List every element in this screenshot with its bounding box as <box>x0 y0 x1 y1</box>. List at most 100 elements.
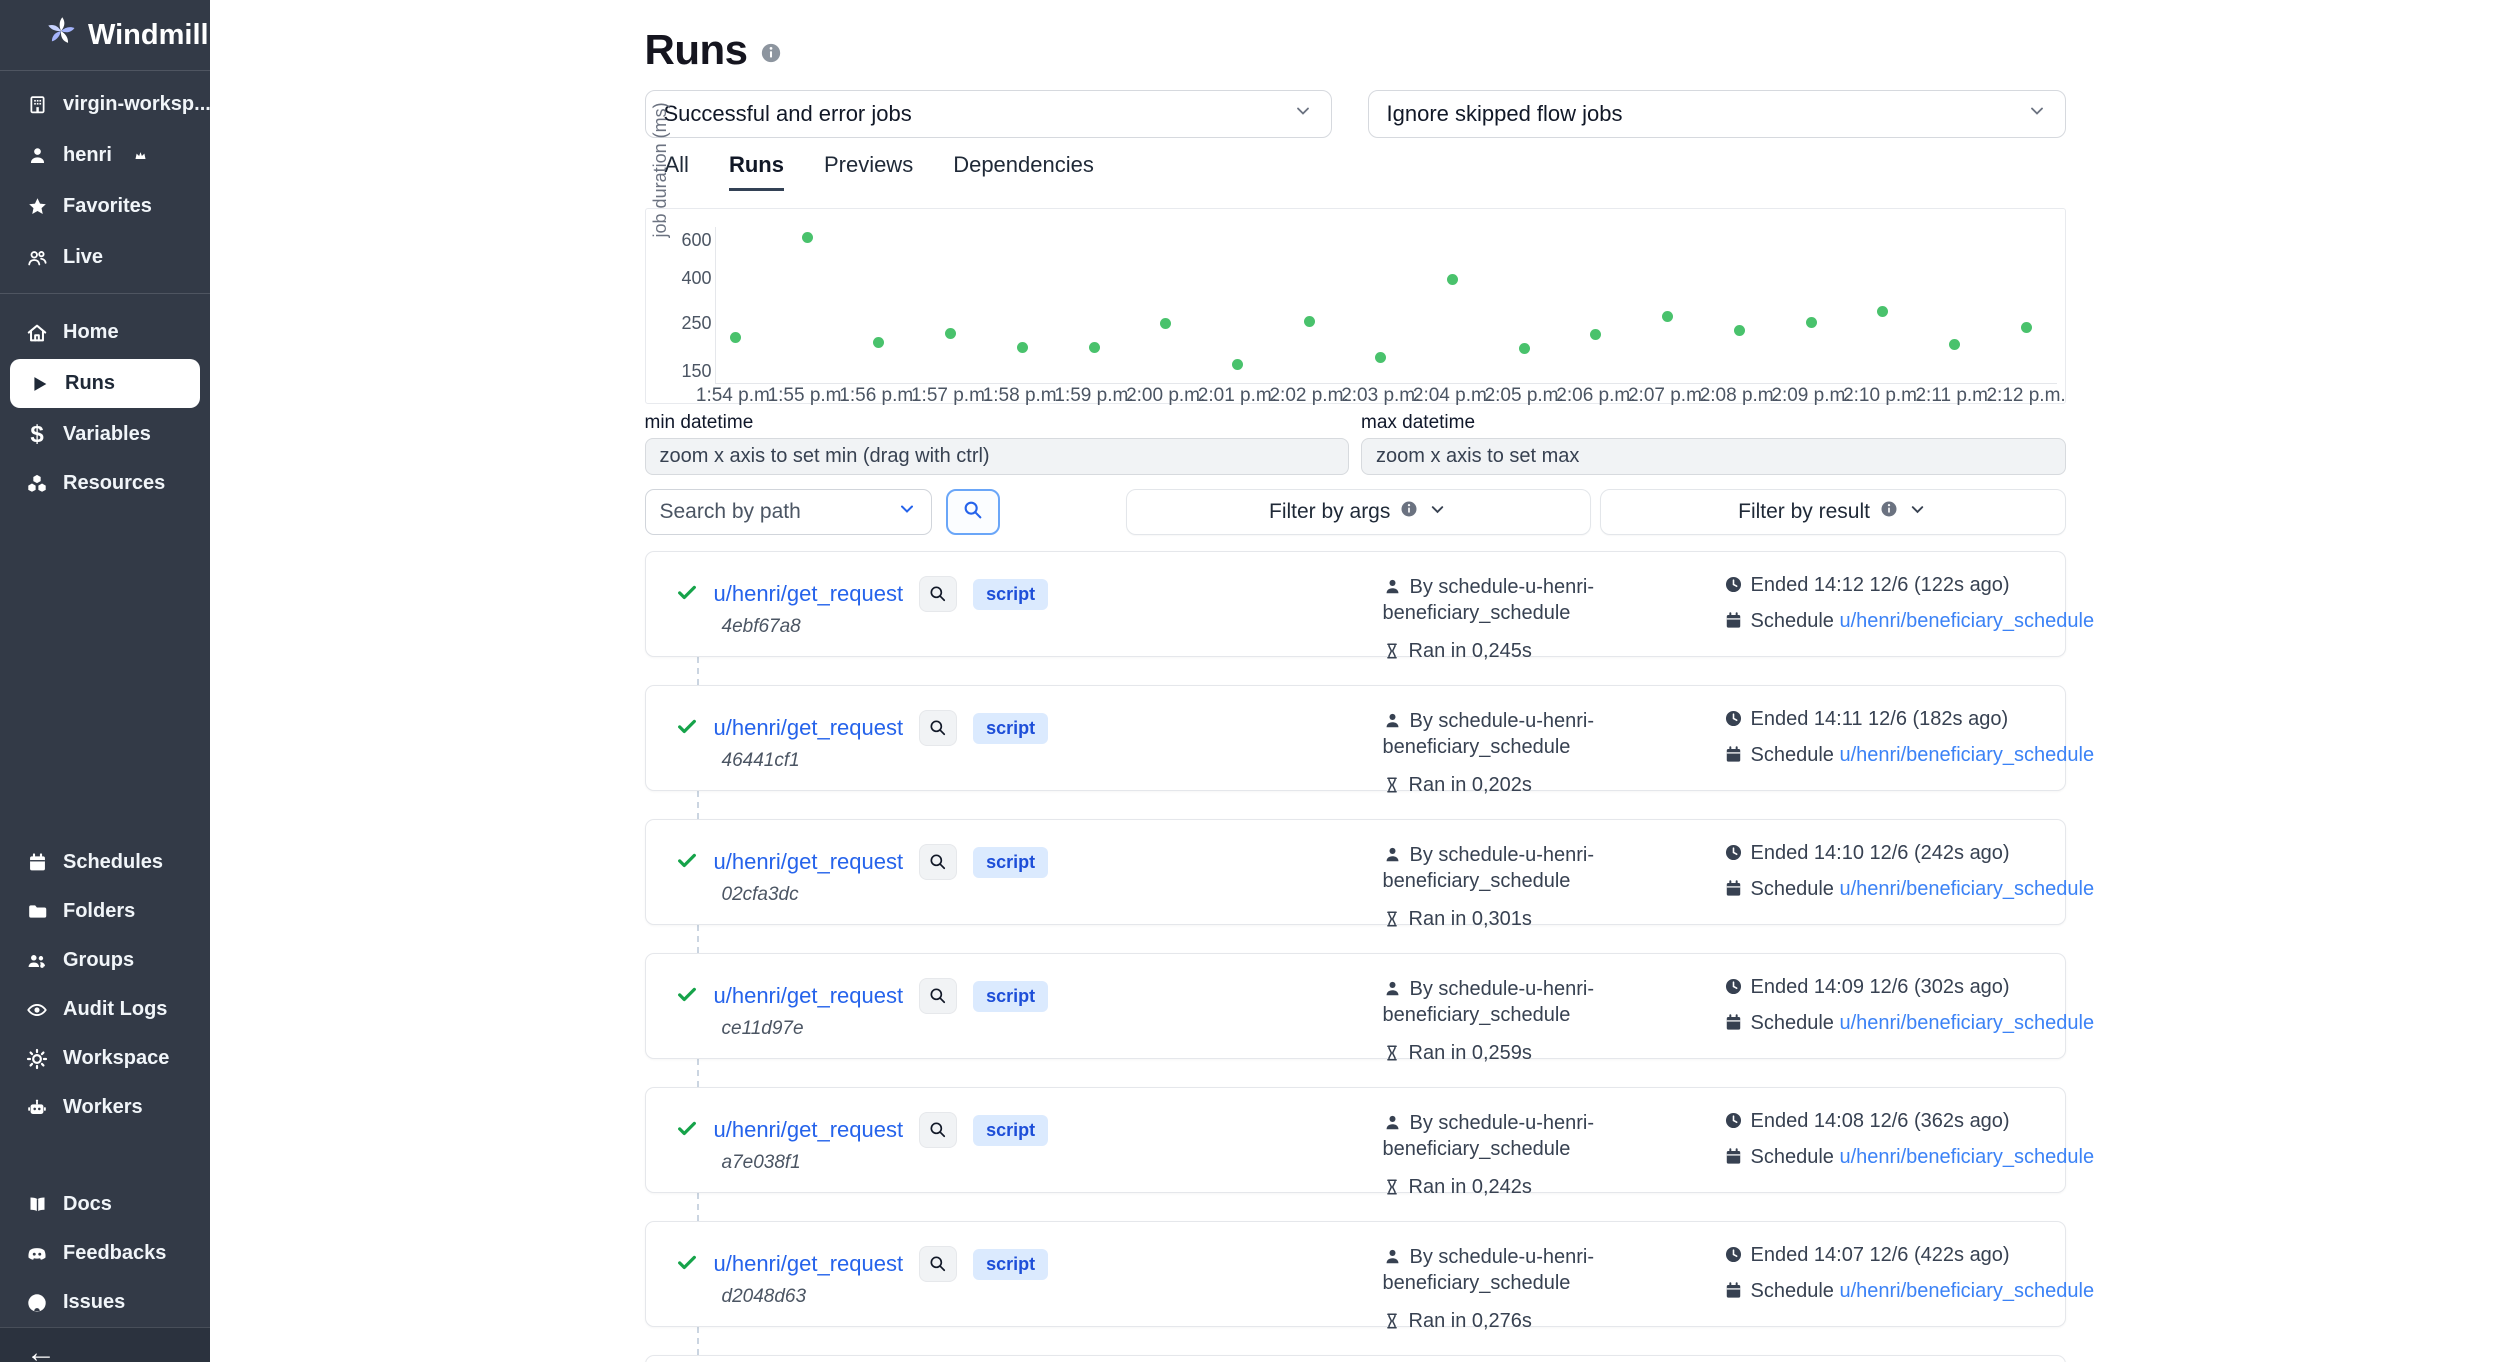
chart-data-point[interactable] <box>1662 311 1673 322</box>
clock-icon <box>1724 709 1743 728</box>
schedule-link[interactable]: u/henri/beneficiary_schedule <box>1839 878 2094 900</box>
chart-data-point[interactable] <box>1304 316 1315 327</box>
runs-tabs: All Runs Previews Dependencies <box>645 152 2066 191</box>
filter-by-result-button[interactable]: Filter by result <box>1600 489 2066 535</box>
sidebar-item-label: Docs <box>63 1193 112 1216</box>
run-connector <box>697 1327 699 1355</box>
job-kind-select[interactable]: Successful and error jobs <box>645 90 1332 138</box>
run-path-link[interactable]: u/henri/get_request <box>714 849 904 875</box>
min-datetime-input[interactable] <box>645 438 1350 475</box>
folder-icon <box>26 901 48 923</box>
sidebar-item-schedules[interactable]: Schedules <box>0 838 210 887</box>
tab-dependencies[interactable]: Dependencies <box>953 152 1094 191</box>
tab-previews[interactable]: Previews <box>824 152 913 191</box>
workspace-switcher[interactable]: virgin-worksp... <box>0 79 210 130</box>
chart-data-point[interactable] <box>2021 322 2032 333</box>
chart-data-point[interactable] <box>1447 274 1458 285</box>
search-by-path-select[interactable]: Search by path <box>645 489 932 535</box>
chart-data-point[interactable] <box>1734 325 1745 336</box>
sidebar-item-favorites[interactable]: Favorites <box>0 181 210 232</box>
chart-data-point[interactable] <box>1590 329 1601 340</box>
sidebar-item-docs[interactable]: Docs <box>0 1180 210 1229</box>
chart-y-axis-label: job duration (ms) <box>650 102 671 237</box>
run-path-link[interactable]: u/henri/get_request <box>714 1117 904 1143</box>
run-row[interactable]: u/henri/get_request script 4ebf67a8 By s… <box>645 551 2066 657</box>
schedule-link[interactable]: u/henri/beneficiary_schedule <box>1839 1146 2094 1168</box>
discord-icon <box>26 1243 48 1265</box>
inspect-run-button[interactable] <box>919 844 957 880</box>
skipped-jobs-select[interactable]: Ignore skipped flow jobs <box>1368 90 2066 138</box>
run-path-link[interactable]: u/henri/get_request <box>714 983 904 1009</box>
chart-y-tick: 600 <box>660 230 712 251</box>
run-row[interactable]: u/henri/get_request script 02cfa3dc By s… <box>645 819 2066 925</box>
sidebar-item-resources[interactable]: Resources <box>0 459 210 508</box>
collapse-sidebar-icon[interactable]: ← <box>26 1336 56 1362</box>
sidebar-item-folders[interactable]: Folders <box>0 887 210 936</box>
chart-data-point[interactable] <box>1375 352 1386 363</box>
run-row[interactable]: u/henri/get_request script d2048d63 By s… <box>645 1221 2066 1327</box>
inspect-run-button[interactable] <box>919 1112 957 1148</box>
chart-data-point[interactable] <box>1160 318 1171 329</box>
inspect-run-button[interactable] <box>919 1246 957 1282</box>
run-connector <box>697 1193 699 1221</box>
chart-data-point[interactable] <box>873 337 884 348</box>
chart-data-point[interactable] <box>1232 359 1243 370</box>
run-row[interactable]: u/henri/get_request script By schedule-u… <box>645 1355 2066 1362</box>
chart-y-tick: 150 <box>660 361 712 382</box>
clock-icon <box>1724 1111 1743 1130</box>
sidebar-item-workspace[interactable]: Workspace <box>0 1034 210 1083</box>
sidebar-item-runs[interactable]: Runs <box>10 359 200 408</box>
schedule-link[interactable]: u/henri/beneficiary_schedule <box>1839 610 2094 632</box>
run-path-link[interactable]: u/henri/get_request <box>714 715 904 741</box>
tab-runs[interactable]: Runs <box>729 152 784 191</box>
chart-data-point[interactable] <box>802 232 813 243</box>
chart-data-point[interactable] <box>1806 317 1817 328</box>
sidebar-item-audit-logs[interactable]: Audit Logs <box>0 985 210 1034</box>
run-row[interactable]: u/henri/get_request script 46441cf1 By s… <box>645 685 2066 791</box>
max-datetime-label: max datetime <box>1361 412 2066 434</box>
inspect-run-button[interactable] <box>919 710 957 746</box>
user-icon <box>1383 845 1402 864</box>
chart-data-point[interactable] <box>730 332 741 343</box>
search-button[interactable] <box>946 489 1000 535</box>
star-icon <box>26 196 48 218</box>
schedule-link[interactable]: u/henri/beneficiary_schedule <box>1839 1280 2094 1302</box>
run-path-link[interactable]: u/henri/get_request <box>714 581 904 607</box>
schedule-link[interactable]: u/henri/beneficiary_schedule <box>1839 1012 2094 1034</box>
info-icon[interactable] <box>760 42 782 64</box>
sidebar-item-home[interactable]: Home <box>0 308 210 357</box>
sidebar-item-live[interactable]: Live <box>0 232 210 283</box>
inspect-run-button[interactable] <box>919 978 957 1014</box>
run-row[interactable]: u/henri/get_request script ce11d97e By s… <box>645 953 2066 1059</box>
max-datetime-input[interactable] <box>1361 438 2066 475</box>
chart-data-point[interactable] <box>1089 342 1100 353</box>
sidebar-item-label: Schedules <box>63 851 163 874</box>
info-icon <box>1400 500 1418 524</box>
inspect-run-button[interactable] <box>919 576 957 612</box>
chart-data-point[interactable] <box>1949 339 1960 350</box>
schedule-prefix: Schedule <box>1751 1146 1834 1168</box>
chart-data-point[interactable] <box>1877 306 1888 317</box>
chart-data-point[interactable] <box>1017 342 1028 353</box>
filter-by-args-button[interactable]: Filter by args <box>1126 489 1591 535</box>
sidebar-item-groups[interactable]: Groups <box>0 936 210 985</box>
schedule-link[interactable]: u/henri/beneficiary_schedule <box>1839 744 2094 766</box>
app-brand[interactable]: Windmill <box>0 0 210 70</box>
sidebar-item-feedbacks[interactable]: Feedbacks <box>0 1229 210 1278</box>
run-id: 4ebf67a8 <box>722 616 801 638</box>
sidebar-item-workers[interactable]: Workers <box>0 1083 210 1132</box>
sidebar-item-variables[interactable]: $ Variables <box>0 410 210 459</box>
run-row[interactable]: u/henri/get_request script a7e038f1 By s… <box>645 1087 2066 1193</box>
user-menu[interactable]: henri <box>0 130 210 181</box>
run-path-link[interactable]: u/henri/get_request <box>714 1251 904 1277</box>
run-id: 02cfa3dc <box>722 884 799 906</box>
job-duration-chart[interactable]: job duration (ms) 1502504006001:54 p.m.1… <box>645 208 2066 404</box>
user-icon <box>1383 577 1402 596</box>
chart-data-point[interactable] <box>1519 343 1530 354</box>
success-check-icon <box>676 715 698 742</box>
chart-data-point[interactable] <box>945 328 956 339</box>
calendar-icon <box>1724 1281 1743 1300</box>
job-kind-badge: script <box>973 579 1048 610</box>
chart-x-axis-line <box>715 383 2057 384</box>
sidebar-item-issues[interactable]: Issues <box>0 1278 210 1327</box>
